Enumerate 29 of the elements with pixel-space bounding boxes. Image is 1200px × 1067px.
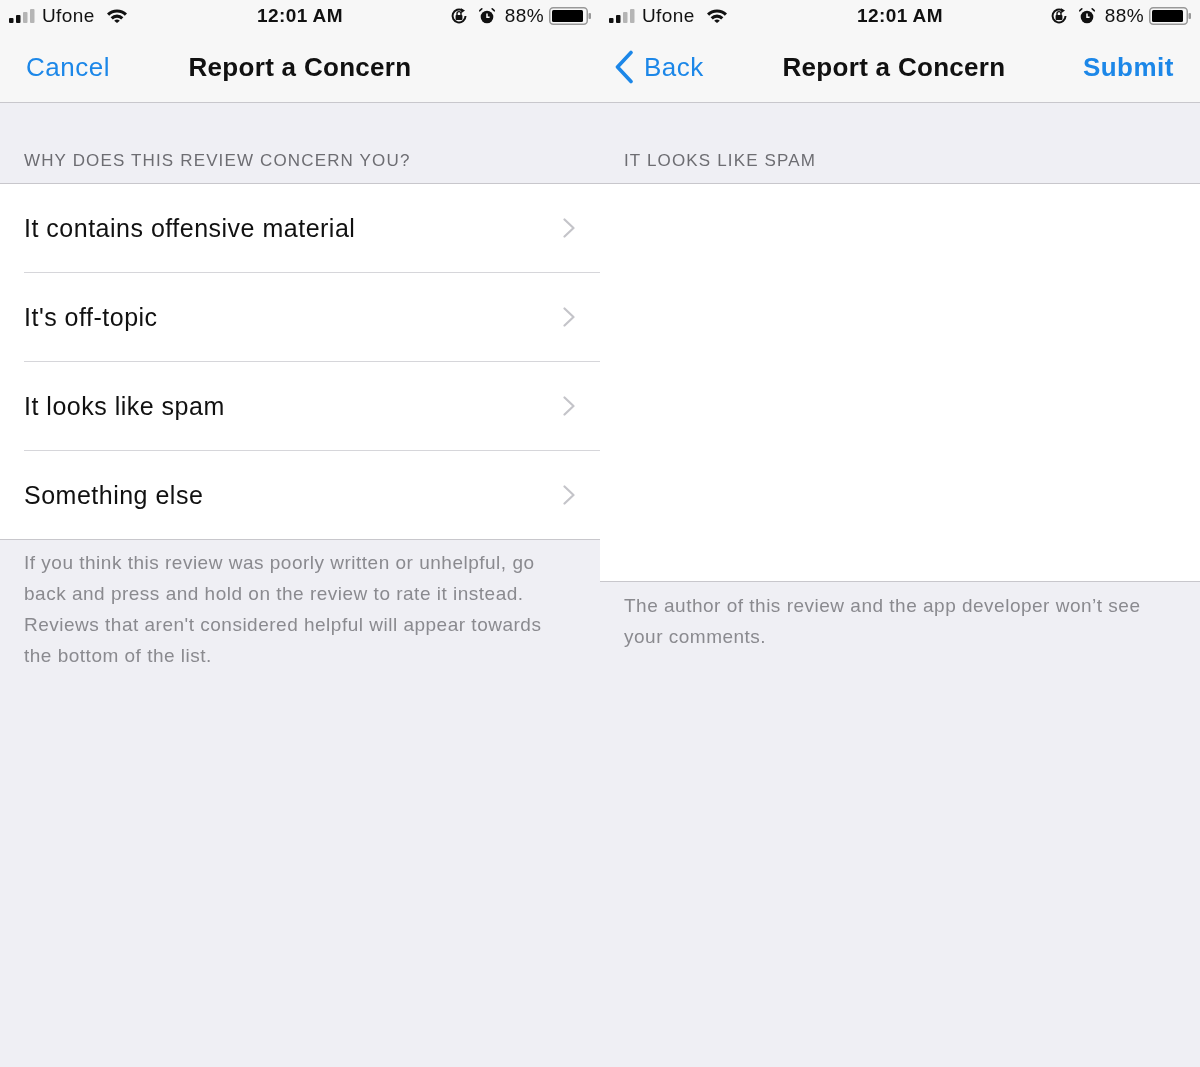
- carrier-name: Ufone: [42, 5, 95, 27]
- comment-field[interactable]: [600, 184, 1200, 582]
- back-chevron-icon: [614, 50, 634, 84]
- screen-title: Report a Concern: [782, 51, 1006, 83]
- footer-note: The author of this review and the app developer won’t see your comments.: [623, 594, 1142, 649]
- battery-percentage: 88%: [1104, 5, 1144, 27]
- alarm-clock-icon: [478, 8, 495, 24]
- battery-icon: [1149, 7, 1191, 25]
- signal-bars-icon: [609, 9, 635, 23]
- section-header: IT LOOKS LIKE SPAM: [624, 150, 817, 172]
- wifi-icon: [706, 9, 727, 23]
- chevron-right-icon: [563, 485, 575, 505]
- battery-percentage: 88%: [504, 5, 544, 27]
- signal-bars-icon: [9, 9, 35, 23]
- section-header: WHY DOES THIS REVIEW CONCERN YOU?: [24, 150, 411, 172]
- status-time: 12:01 AM: [857, 5, 943, 27]
- option-row[interactable]: Something else: [24, 451, 600, 539]
- orientation-lock-icon: [1049, 7, 1068, 25]
- chevron-right-icon: [563, 396, 575, 416]
- status-time: 12:01 AM: [257, 5, 343, 27]
- alarm-clock-icon: [1078, 8, 1095, 24]
- footer-note: If you think this review was poorly written or unhelpful, go back and press and hold on the review to rate it instead. Reviews that aren't considered helpful will appear towards the bottom of the list.: [23, 551, 543, 668]
- chevron-right-icon: [563, 218, 575, 238]
- screen-title: Report a Concern: [188, 51, 412, 83]
- carrier-name: Ufone: [642, 5, 695, 27]
- orientation-lock-icon: [449, 7, 468, 25]
- battery-icon: [549, 7, 591, 25]
- wifi-icon: [106, 9, 127, 23]
- chevron-right-icon: [563, 307, 575, 327]
